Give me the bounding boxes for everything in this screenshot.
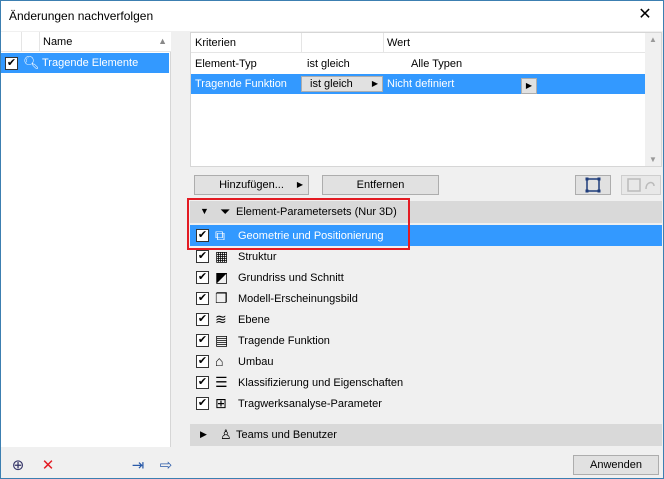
param-item-umbau[interactable]: ✔ ⌂ Umbau bbox=[190, 351, 662, 372]
item-label: Modell-Erscheinungsbild bbox=[238, 293, 358, 305]
dialog-window: Änderungen nachverfolgen ✕ Name ▲ ✔ 🔍︎ T… bbox=[0, 0, 664, 479]
operator-dropdown[interactable]: ist gleich ▶ bbox=[301, 76, 383, 92]
item-checkbox[interactable]: ✔ bbox=[196, 250, 209, 263]
criterion-name: Tragende Funktion bbox=[195, 78, 287, 90]
layer-icon: ≋ bbox=[215, 311, 227, 327]
close-icon[interactable]: ✕ bbox=[635, 5, 655, 25]
menu-arrow-icon: ▶ bbox=[296, 180, 303, 189]
item-checkbox[interactable]: ✔ bbox=[196, 397, 209, 410]
add-button[interactable]: Hinzufügen... ▶ bbox=[194, 175, 309, 195]
item-checkbox[interactable]: ✔ bbox=[196, 334, 209, 347]
param-item-geometrie[interactable]: ✔ ⧉ Geometrie und Positionierung bbox=[190, 225, 662, 246]
appearance-icon: ❐ bbox=[215, 290, 228, 306]
element-parametersets-section[interactable]: ▼ ⏷ Element-Parametersets (Nur 3D) bbox=[190, 201, 662, 223]
export-icon[interactable]: ⇨ bbox=[157, 457, 175, 475]
item-label: Tragende Funktion bbox=[238, 335, 330, 347]
name-column-header[interactable]: Name bbox=[43, 36, 72, 48]
param-item-modell[interactable]: ✔ ❐ Modell-Erscheinungsbild bbox=[190, 288, 662, 309]
item-checkbox[interactable]: ✔ bbox=[196, 355, 209, 368]
apply-button-label: Anwenden bbox=[590, 459, 642, 471]
floorplan-icon: ◩ bbox=[215, 269, 229, 285]
apply-button[interactable]: Anwenden bbox=[573, 455, 659, 475]
param-item-ebene[interactable]: ✔ ≋ Ebene bbox=[190, 309, 662, 330]
selection-frame-icon bbox=[585, 177, 601, 193]
expand-triangle-icon[interactable]: ▶ bbox=[200, 429, 207, 440]
structure-icon: ▦ bbox=[215, 248, 229, 264]
criteria-row-selected[interactable]: Tragende Funktion ist gleich ▶ Nicht def… bbox=[191, 74, 646, 94]
vertical-scrollbar[interactable]: ▲ ▼ bbox=[645, 33, 661, 166]
item-checkbox[interactable]: ✔ bbox=[196, 271, 209, 284]
item-checkbox[interactable]: ✔ bbox=[196, 292, 209, 305]
item-label: Grundriss und Schnitt bbox=[238, 272, 344, 284]
select-elements-button[interactable] bbox=[575, 175, 611, 195]
param-item-tragwerksanalyse[interactable]: ✔ ⊞ Tragwerksanalyse-Parameter bbox=[190, 393, 662, 414]
item-label: Umbau bbox=[238, 356, 274, 368]
param-item-struktur[interactable]: ✔ ▦ Struktur bbox=[190, 246, 662, 267]
param-item-grundriss[interactable]: ✔ ◩ Grundriss und Schnitt bbox=[190, 267, 662, 288]
param-item-klassifizierung[interactable]: ✔ ☰ Klassifizierung und Eigenschaften bbox=[190, 372, 662, 393]
import-icon[interactable]: ⇥ bbox=[129, 457, 147, 475]
user-icon: ♙ bbox=[220, 427, 232, 442]
title-bar: Änderungen nachverfolgen ✕ bbox=[1, 1, 663, 31]
wert-header: Wert bbox=[387, 37, 411, 49]
item-label: Geometrie und Positionierung bbox=[238, 230, 384, 242]
filter-icon: ⏷ bbox=[220, 204, 231, 219]
item-checkbox[interactable]: ✔ bbox=[5, 57, 18, 70]
scroll-up-icon[interactable]: ▲ bbox=[649, 35, 657, 44]
criterion-name: Element-Typ bbox=[195, 58, 257, 70]
geometry-icon: ⧉ bbox=[215, 227, 225, 243]
window-title: Änderungen nachverfolgen bbox=[9, 9, 154, 23]
sort-ascending-icon[interactable]: ▲ bbox=[158, 36, 167, 46]
item-checkbox[interactable]: ✔ bbox=[196, 229, 209, 242]
value-dropdown-arrow-icon[interactable]: ▶ bbox=[521, 78, 537, 94]
criterion-value[interactable]: Nicht definiert bbox=[387, 78, 454, 90]
item-label: Klassifizierung und Eigenschaften bbox=[238, 377, 404, 389]
item-checkbox[interactable]: ✔ bbox=[196, 313, 209, 326]
item-label: Struktur bbox=[238, 251, 277, 263]
tracking-list-panel: Name ▲ ✔ 🔍︎ Tragende Elemente bbox=[1, 32, 171, 447]
section-title: Teams und Benutzer bbox=[236, 429, 337, 441]
remove-button-label: Entfernen bbox=[356, 179, 405, 191]
list-item-tragende-elemente[interactable]: ✔ 🔍︎ Tragende Elemente bbox=[1, 53, 169, 73]
list-header: Name ▲ bbox=[1, 32, 171, 52]
criterion-operator[interactable]: ist gleich bbox=[307, 58, 350, 70]
teams-section[interactable]: ▶ ♙ Teams und Benutzer bbox=[190, 424, 662, 446]
criteria-header: Kriterien Wert bbox=[191, 33, 646, 53]
add-criteria-icon[interactable]: ⊕ bbox=[9, 457, 27, 475]
magnifier-icon: 🔍︎ bbox=[23, 55, 40, 70]
classification-icon: ☰ bbox=[215, 374, 228, 390]
item-checkbox[interactable]: ✔ bbox=[196, 376, 209, 389]
collapse-triangle-icon[interactable]: ▼ bbox=[200, 206, 209, 216]
item-label: Tragwerksanalyse-Parameter bbox=[238, 398, 382, 410]
reselect-elements-button[interactable] bbox=[621, 175, 661, 195]
kriterien-header: Kriterien bbox=[195, 37, 236, 49]
criteria-table: Kriterien Wert Element-Typ ist gleich Al… bbox=[190, 32, 662, 167]
add-button-label: Hinzufügen... bbox=[219, 179, 284, 191]
section-title: Element-Parametersets (Nur 3D) bbox=[236, 206, 397, 218]
item-label: Ebene bbox=[238, 314, 270, 326]
criterion-value[interactable]: Alle Typen bbox=[411, 58, 462, 70]
dropdown-arrow-icon: ▶ bbox=[371, 79, 378, 88]
operator-value: ist gleich bbox=[310, 78, 353, 90]
structural-function-icon: ▤ bbox=[215, 332, 229, 348]
param-item-tragende-funktion[interactable]: ✔ ▤ Tragende Funktion bbox=[190, 330, 662, 351]
scroll-down-icon[interactable]: ▼ bbox=[649, 155, 657, 164]
renovation-icon: ⌂ bbox=[215, 353, 224, 369]
delete-icon[interactable]: ✕ bbox=[39, 457, 57, 475]
analysis-icon: ⊞ bbox=[215, 395, 227, 411]
criteria-row[interactable]: Element-Typ ist gleich Alle Typen bbox=[191, 54, 646, 74]
remove-button[interactable]: Entfernen bbox=[322, 175, 439, 195]
list-item-label: Tragende Elemente bbox=[42, 57, 139, 69]
selection-rotate-icon bbox=[627, 178, 655, 192]
